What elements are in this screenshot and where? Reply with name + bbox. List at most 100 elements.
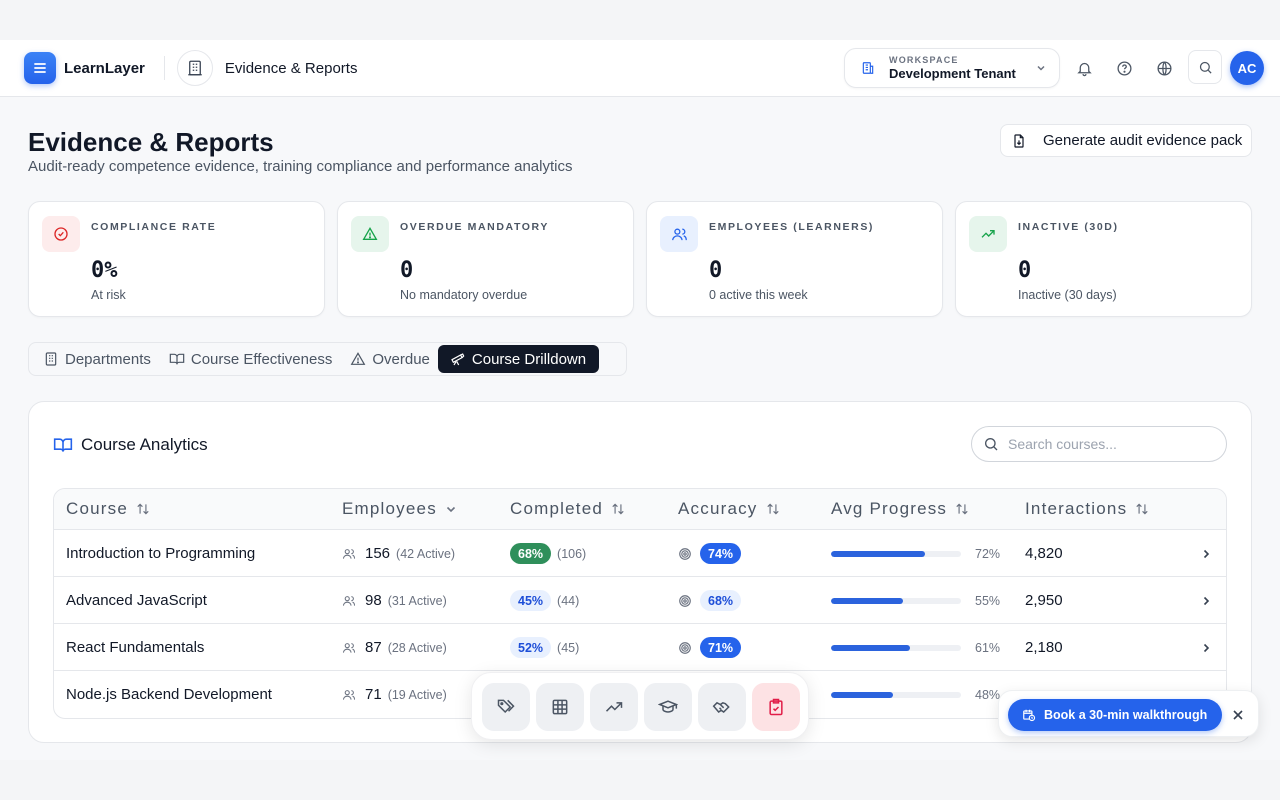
menu-icon (34, 63, 46, 73)
active-count: (31 Active) (387, 593, 447, 608)
workspace-selector[interactable]: WORKSPACE Development Tenant (844, 48, 1060, 88)
column-header-interactions[interactable]: Interactions (1025, 499, 1149, 519)
user-avatar[interactable]: AC (1230, 51, 1264, 85)
warning-triangle-icon (351, 216, 389, 252)
column-label: Employees (342, 499, 437, 518)
building-icon (188, 60, 202, 76)
app-window: LearnLayer Evidence & Reports WORKSPACE … (0, 40, 1280, 760)
tags-icon (497, 699, 515, 714)
tab-label: Overdue (372, 350, 430, 368)
dock-courses-button[interactable] (644, 683, 692, 731)
employee-count: 87 (365, 639, 382, 656)
accuracy-badge: 71% (700, 637, 742, 658)
generate-audit-pack-label: Generate audit evidence pack (1043, 132, 1243, 149)
users-icon (342, 548, 356, 559)
row-expand-button[interactable] (1200, 530, 1212, 577)
employee-count: 98 (365, 592, 382, 609)
book-walkthrough-button[interactable]: Book a 30-min walkthrough (1008, 699, 1222, 731)
active-count: (19 Active) (387, 687, 447, 702)
table-row[interactable]: React Fundamentals 87 (28 Active) 52% (45) 71… (54, 624, 1226, 671)
dock-table-button[interactable] (536, 683, 584, 731)
column-header-accuracy[interactable]: Accuracy (678, 499, 780, 519)
chevron-right-icon (1203, 643, 1210, 652)
column-header-completed[interactable]: Completed (510, 499, 625, 519)
stat-value: 0 (1018, 258, 1032, 283)
progress-bar (831, 644, 961, 651)
row-expand-button[interactable] (1200, 624, 1212, 671)
globe-icon (1156, 60, 1172, 76)
stat-note: 0 active this week (709, 288, 808, 302)
page-subtitle: Audit-ready competence evidence, trainin… (28, 158, 573, 175)
tab-course-drilldown[interactable]: Course Drilldown (437, 345, 600, 373)
column-label: Completed (510, 499, 604, 518)
completed-cell: 52% (45) (510, 624, 579, 671)
progress-label: 55% (975, 593, 1001, 608)
dock-evidence-button[interactable] (752, 683, 800, 731)
close-toast-button[interactable] (1231, 708, 1245, 722)
active-count: (42 Active) (396, 546, 456, 561)
clipboard-check-icon (769, 698, 783, 716)
generate-audit-pack-button[interactable]: Generate audit evidence pack (1000, 124, 1252, 157)
progress-fill (831, 644, 911, 651)
quick-actions-dock (471, 672, 809, 740)
telescope-icon (451, 353, 465, 366)
menu-logo-button[interactable] (24, 52, 56, 84)
file-download-icon (1014, 133, 1024, 148)
interactions-count: 2,950 (1025, 592, 1063, 609)
search-input[interactable] (1008, 436, 1208, 452)
completed-count: (106) (557, 546, 587, 561)
global-search-button[interactable] (1188, 50, 1222, 84)
tab-departments[interactable]: Departments (33, 345, 159, 373)
reports-nav-button[interactable] (176, 50, 213, 86)
dock-tags-button[interactable] (482, 683, 530, 731)
row-expand-button[interactable] (1200, 577, 1212, 624)
help-circle-icon (1116, 60, 1132, 76)
progress-fill (831, 691, 894, 698)
notifications-button[interactable] (1072, 56, 1096, 80)
stat-value: 0 (709, 258, 723, 283)
search-icon (1199, 61, 1212, 74)
users-icon (342, 642, 356, 653)
dock-trends-button[interactable] (590, 683, 638, 731)
column-header-course[interactable]: Course (66, 499, 150, 519)
completed-count: (45) (557, 640, 580, 655)
stat-note: At risk (91, 288, 126, 302)
graduation-cap-icon (658, 700, 678, 713)
building-icon (862, 62, 874, 74)
target-icon (679, 641, 691, 654)
table-row[interactable]: Advanced JavaScript 98 (31 Active) 45% (44) 6… (54, 577, 1226, 624)
active-count: (28 Active) (387, 640, 447, 655)
accuracy-cell: 68% (678, 577, 742, 624)
check-circle-icon (42, 216, 80, 252)
progress-cell (831, 577, 961, 624)
panel-title: Course Analytics (53, 435, 208, 455)
users-icon (342, 595, 356, 606)
trending-up-icon (969, 216, 1007, 252)
progress-bar (831, 597, 961, 604)
stat-value: 0 (400, 258, 414, 283)
tab-overdue[interactable]: Overdue (340, 345, 438, 373)
column-header-avg-progress[interactable]: Avg Progress (831, 499, 969, 519)
employees-cell: 71 (19 Active) (342, 671, 447, 718)
stat-caption: INACTIVE (30D) (1018, 221, 1119, 233)
target-icon (679, 594, 691, 607)
column-header-employees[interactable]: Employees (342, 499, 457, 519)
completed-cell: 45% (44) (510, 577, 579, 624)
sort-icon (766, 503, 779, 515)
language-button[interactable] (1152, 56, 1176, 80)
stat-card-employees: EMPLOYEES (LEARNERS) 0 0 active this wee… (646, 201, 943, 317)
close-icon (1233, 710, 1243, 720)
column-label: Avg Progress (831, 499, 948, 518)
column-label: Accuracy (678, 499, 758, 518)
dock-partners-button[interactable] (698, 683, 746, 731)
chevron-down-icon (1037, 65, 1045, 71)
course-search-field[interactable] (971, 426, 1227, 462)
handshake-icon (712, 701, 730, 713)
table-row[interactable]: Introduction to Programming 156 (42 Active… (54, 530, 1226, 577)
sort-icon (1136, 503, 1148, 515)
column-label: Course (66, 499, 129, 518)
completed-cell: 68% (106) (510, 530, 586, 577)
help-button[interactable] (1112, 56, 1136, 80)
employee-count: 71 (365, 686, 382, 703)
tab-course-effectiveness[interactable]: Course Effectiveness (159, 345, 340, 373)
